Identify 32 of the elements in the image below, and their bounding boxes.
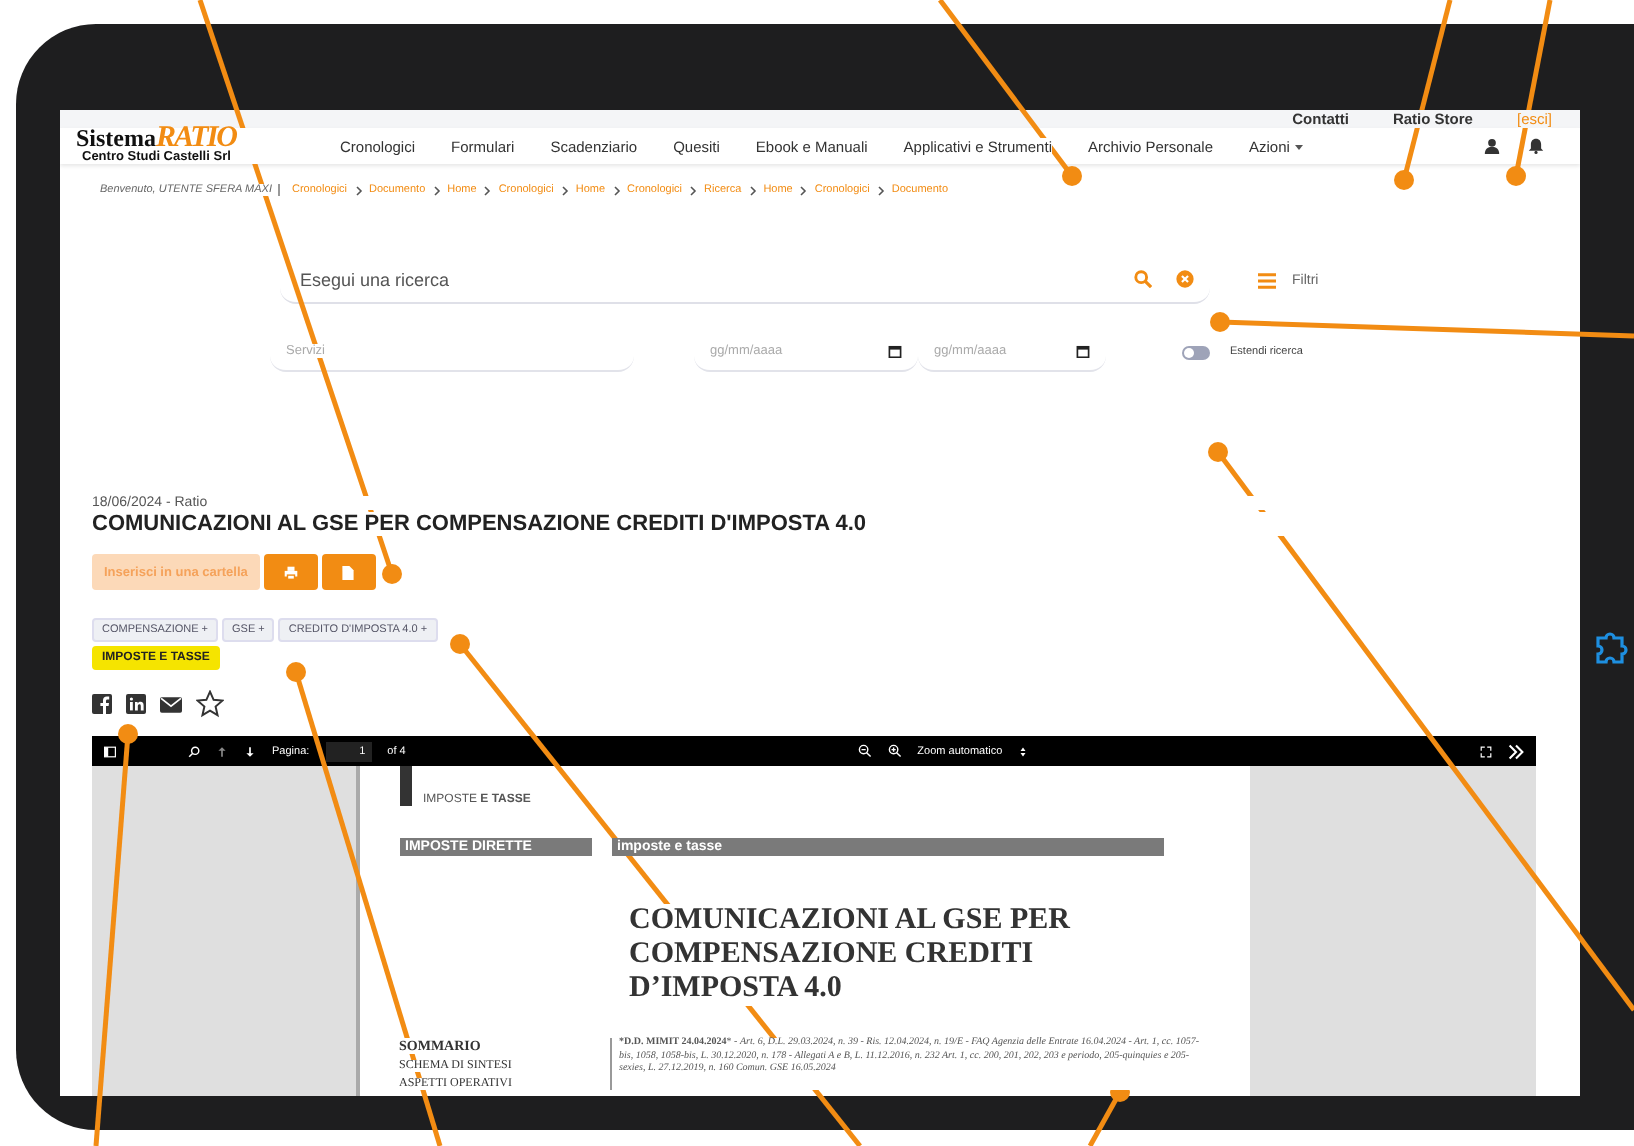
- caret-icon: [1294, 141, 1305, 151]
- calendar-icon[interactable]: [1076, 344, 1090, 358]
- bell-icon[interactable]: [1528, 138, 1544, 154]
- chevron-icon: [875, 185, 886, 195]
- zoom-in-icon[interactable]: [887, 744, 902, 758]
- star-icon[interactable]: [196, 690, 224, 718]
- linkedin-icon[interactable]: [126, 694, 146, 714]
- sidebar-icon[interactable]: [104, 745, 116, 757]
- user-icon[interactable]: [1484, 138, 1500, 154]
- chevron-icon: [798, 185, 809, 195]
- facebook-icon[interactable]: [92, 694, 112, 714]
- expand-icon[interactable]: [1480, 745, 1492, 757]
- file-icon: [342, 565, 355, 579]
- chevron-icon: [353, 185, 364, 195]
- arrow-down-icon[interactable]: [244, 745, 256, 757]
- calendar-icon[interactable]: [888, 344, 902, 358]
- chevron-icon: [688, 185, 699, 195]
- mail-icon[interactable]: [160, 693, 182, 715]
- chevron-icon: [559, 185, 570, 195]
- chevron-icon: [482, 185, 493, 195]
- puzzle-icon[interactable]: [1592, 626, 1632, 666]
- double-chevron-icon[interactable]: [1508, 743, 1524, 759]
- search-field[interactable]: Esegui una ricerca: [296, 267, 1110, 291]
- printer-icon: [283, 565, 298, 579]
- logo[interactable]: SistemaRATIO: [76, 128, 316, 150]
- chevron-icon: [431, 185, 442, 195]
- chevron-icon: [747, 185, 758, 195]
- updown-icon[interactable]: [1018, 745, 1029, 757]
- arrow-up-icon[interactable]: [216, 745, 228, 757]
- zoom-out-icon[interactable]: [857, 744, 872, 758]
- chevron-icon: [611, 185, 622, 195]
- toggle-switch[interactable]: [1182, 345, 1210, 359]
